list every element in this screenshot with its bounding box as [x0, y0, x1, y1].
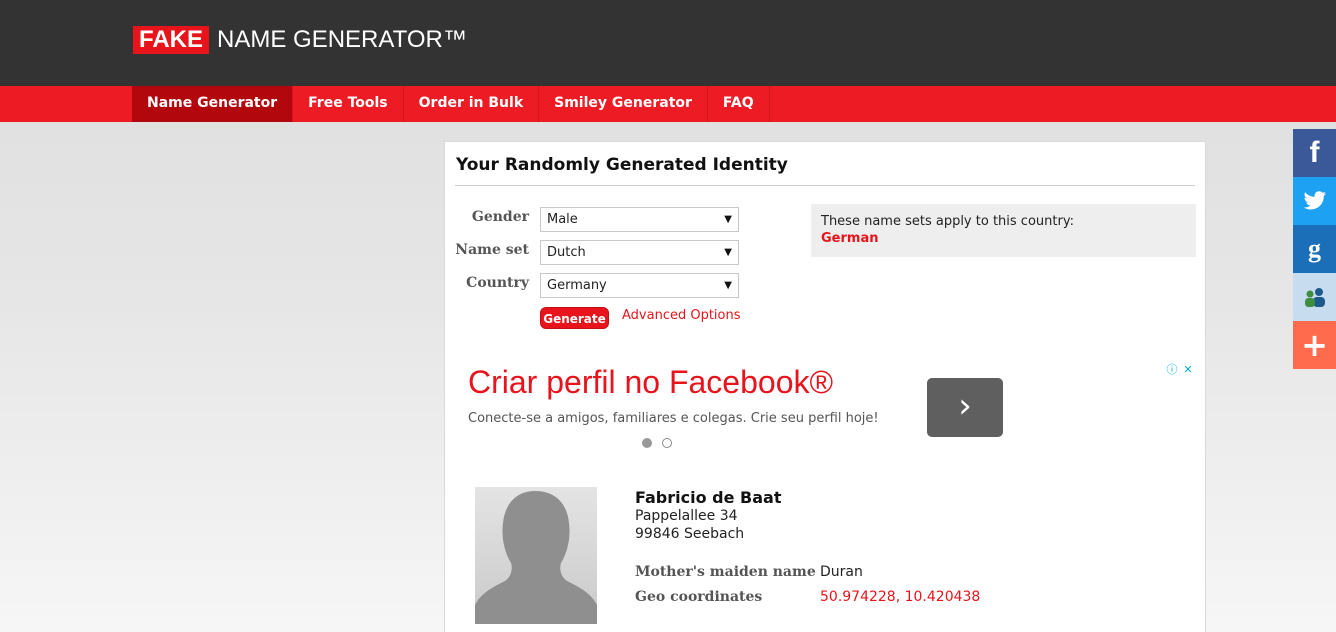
title-divider: [455, 185, 1195, 186]
nameset-info-text: These name sets apply to this country:: [821, 214, 1074, 229]
nav-item-name-generator[interactable]: Name Generator: [132, 86, 294, 122]
country-select-value: Germany: [547, 278, 607, 293]
ad-next-button[interactable]: ›: [927, 378, 1003, 437]
google-share-button[interactable]: g: [1293, 225, 1336, 273]
avatar: [475, 487, 597, 624]
chevron-down-icon: ▼: [724, 247, 732, 258]
ad-close-icon[interactable]: ✕: [1180, 362, 1196, 378]
nameset-label: Name set: [455, 242, 529, 258]
nav-item-smiley-generator[interactable]: Smiley Generator: [539, 86, 708, 122]
site-logo[interactable]: FAKE NAME GENERATOR™: [133, 26, 467, 54]
share-bar: f g +: [1293, 129, 1336, 369]
gender-select-value: Male: [547, 212, 578, 227]
country-label: Country: [466, 275, 529, 291]
nameset-info-box: These name sets apply to this country: G…: [811, 204, 1196, 257]
site-header: FAKE NAME GENERATOR™: [0, 0, 1336, 86]
logo-fake-text: FAKE: [133, 26, 210, 54]
page-title: Your Randomly Generated Identity: [456, 155, 788, 175]
nameset-country-link[interactable]: German: [821, 231, 1186, 246]
nav-item-free-tools[interactable]: Free Tools: [293, 86, 404, 122]
geo-coordinates-label: Geo coordinates: [635, 589, 763, 605]
chevron-down-icon: ▼: [724, 214, 732, 225]
plus-icon: +: [1301, 326, 1328, 364]
more-share-button[interactable]: +: [1293, 321, 1336, 369]
facebook-icon: f: [1309, 136, 1320, 169]
maiden-name-label: Mother's maiden name: [635, 564, 816, 580]
gender-label: Gender: [471, 209, 529, 225]
maiden-name-value: Duran: [820, 564, 863, 580]
ad-title[interactable]: Criar perfil no Facebook®: [468, 364, 833, 401]
nav-item-order-in-bulk[interactable]: Order in Bulk: [404, 86, 540, 122]
facebook-share-button[interactable]: f: [1293, 129, 1336, 177]
gender-select[interactable]: Male ▼: [540, 207, 739, 232]
nameset-select-value: Dutch: [547, 245, 586, 260]
logo-rest-text: NAME GENERATOR™: [217, 26, 467, 53]
ad-info-icon[interactable]: ⓘ: [1164, 362, 1180, 378]
main-nav: Name Generator Free Tools Order in Bulk …: [0, 86, 1336, 122]
ad-carousel-dots: [642, 438, 672, 448]
generate-button[interactable]: Generate: [540, 307, 609, 329]
twitter-icon: [1303, 191, 1326, 210]
identity-name: Fabricio de Baat: [635, 488, 782, 507]
chevron-down-icon: ▼: [724, 280, 732, 291]
advanced-options-link[interactable]: Advanced Options: [622, 308, 741, 323]
nameset-select[interactable]: Dutch ▼: [540, 240, 739, 265]
carousel-dot-active[interactable]: [642, 438, 652, 448]
person-silhouette-icon: [475, 491, 597, 624]
twitter-share-button[interactable]: [1293, 177, 1336, 225]
carousel-dot[interactable]: [662, 438, 672, 448]
google-icon: g: [1308, 234, 1321, 263]
ad-subtitle: Conecte-se a amigos, familiares e colega…: [468, 411, 879, 426]
country-select[interactable]: Germany ▼: [540, 273, 739, 298]
identity-street: Pappelallee 34: [635, 508, 738, 524]
myspace-share-button[interactable]: [1293, 273, 1336, 321]
identity-city: 99846 Seebach: [635, 526, 745, 542]
ad-badge: ⓘ ✕: [1164, 362, 1196, 378]
myspace-icon: [1304, 288, 1325, 307]
geo-coordinates-link[interactable]: 50.974228, 10.420438: [820, 589, 980, 605]
identity-panel: Your Randomly Generated Identity Gender …: [444, 141, 1206, 632]
nav-item-faq[interactable]: FAQ: [708, 86, 770, 122]
